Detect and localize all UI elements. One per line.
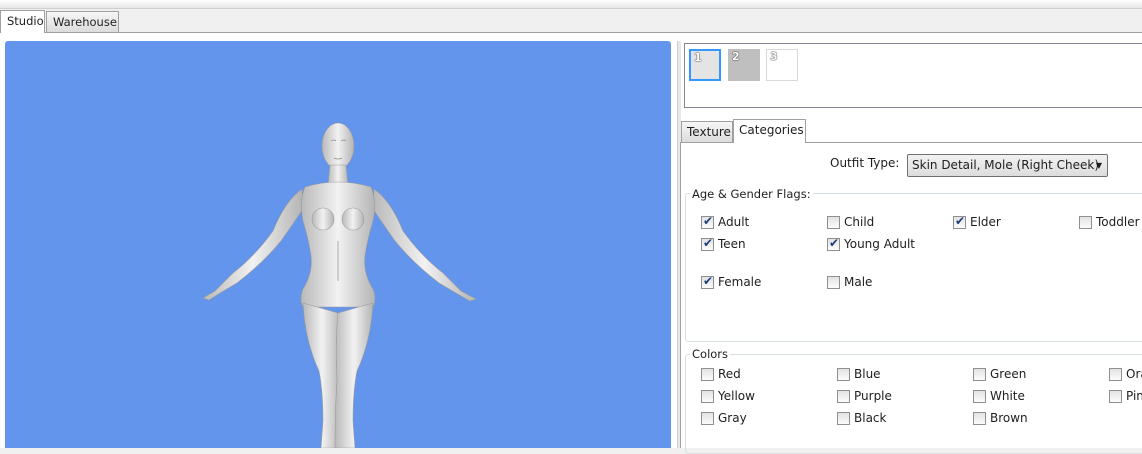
- checkbox-black[interactable]: Black: [837, 410, 886, 426]
- checkbox-icon: [827, 215, 840, 229]
- checkbox-label: Teen: [718, 237, 746, 251]
- checkbox-icon: [837, 367, 850, 381]
- checkbox-elder[interactable]: ✔ Elder: [953, 214, 1001, 230]
- thumbnail-3[interactable]: 3: [766, 49, 798, 81]
- checkbox-icon: [837, 389, 850, 403]
- checkbox-icon: [837, 411, 850, 425]
- checkbox-blue[interactable]: Blue: [837, 366, 881, 382]
- dropdown-arrow-icon: ▼: [1095, 161, 1102, 170]
- checkbox-label: Brown: [990, 411, 1028, 425]
- checkbox-label: Pin: [1126, 389, 1142, 403]
- colors-title: Colors: [690, 347, 731, 361]
- age-gender-title: Age & Gender Flags:: [690, 187, 813, 201]
- texture-thumbnail-strip: 1 2 3: [684, 43, 1142, 108]
- checkbox-pink[interactable]: Pin: [1109, 388, 1142, 404]
- checkbox-icon: ✔: [701, 213, 714, 229]
- tab-studio[interactable]: Studio: [0, 10, 45, 33]
- checkbox-label: White: [990, 389, 1025, 403]
- checkbox-label: Child: [844, 215, 875, 229]
- checkbox-teen[interactable]: ✔ Teen: [701, 236, 746, 252]
- checkbox-female[interactable]: ✔ Female: [701, 274, 761, 290]
- checkbox-label: Toddler: [1096, 215, 1140, 229]
- checkbox-icon: ✔: [827, 235, 840, 251]
- checkbox-adult[interactable]: ✔ Adult: [701, 214, 749, 230]
- checkbox-icon: [827, 275, 840, 289]
- checkbox-label: Young Adult: [844, 237, 915, 251]
- checkbox-male[interactable]: Male: [827, 274, 872, 290]
- checkbox-label: Female: [718, 275, 762, 289]
- outfit-type-value: Skin Detail, Mole (Right Cheek): [912, 158, 1100, 172]
- checkbox-icon: [701, 411, 714, 425]
- checkbox-icon: ✔: [953, 213, 966, 229]
- checkbox-green[interactable]: Green: [973, 366, 1026, 382]
- tab-warehouse[interactable]: Warehouse: [46, 11, 119, 32]
- colors-group: [685, 354, 1142, 454]
- checkbox-icon: [701, 367, 714, 381]
- checkbox-purple[interactable]: Purple: [837, 388, 892, 404]
- checkbox-icon: [701, 389, 714, 403]
- checkbox-icon: ✔: [701, 235, 714, 251]
- outfit-type-label: Outfit Type:: [830, 156, 900, 170]
- checkbox-icon: ✔: [701, 273, 714, 289]
- thumbnail-1[interactable]: 1: [689, 49, 721, 81]
- checkbox-label: Ora: [1126, 367, 1142, 381]
- thumbnail-2[interactable]: 2: [728, 49, 760, 81]
- outfit-type-select[interactable]: Skin Detail, Mole (Right Cheek) ▼: [907, 154, 1108, 177]
- tab-categories[interactable]: Categories: [733, 119, 806, 143]
- checkbox-label: Purple: [854, 389, 892, 403]
- checkbox-young-adult[interactable]: ✔ Young Adult: [827, 236, 915, 252]
- title-strip: [0, 0, 1142, 9]
- checkbox-icon: [1109, 389, 1122, 403]
- model-figure: [202, 122, 477, 448]
- checkbox-label: Male: [844, 275, 873, 289]
- checkbox-icon: [973, 389, 986, 403]
- checkbox-label: Black: [854, 411, 887, 425]
- checkbox-gray[interactable]: Gray: [701, 410, 747, 426]
- model-viewport[interactable]: [5, 41, 671, 448]
- checkbox-label: Yellow: [718, 389, 755, 403]
- checkbox-label: Gray: [718, 411, 747, 425]
- checkbox-toddler[interactable]: Toddler: [1079, 214, 1140, 230]
- checkbox-label: Blue: [854, 367, 881, 381]
- checkbox-red[interactable]: Red: [701, 366, 741, 382]
- tab-texture[interactable]: Texture: [681, 121, 733, 142]
- checkbox-brown[interactable]: Brown: [973, 410, 1028, 426]
- checkbox-icon: [1109, 367, 1122, 381]
- checkbox-icon: [973, 367, 986, 381]
- checkbox-icon: [1079, 215, 1092, 229]
- checkbox-child[interactable]: Child: [827, 214, 874, 230]
- checkbox-label: Green: [990, 367, 1027, 381]
- checkbox-label: Adult: [718, 215, 750, 229]
- checkbox-label: Elder: [970, 215, 1001, 229]
- checkbox-orange[interactable]: Ora: [1109, 366, 1142, 382]
- checkbox-label: Red: [718, 367, 741, 381]
- checkbox-white[interactable]: White: [973, 388, 1025, 404]
- age-gender-group: [685, 193, 1142, 342]
- checkbox-yellow[interactable]: Yellow: [701, 388, 755, 404]
- checkbox-icon: [973, 411, 986, 425]
